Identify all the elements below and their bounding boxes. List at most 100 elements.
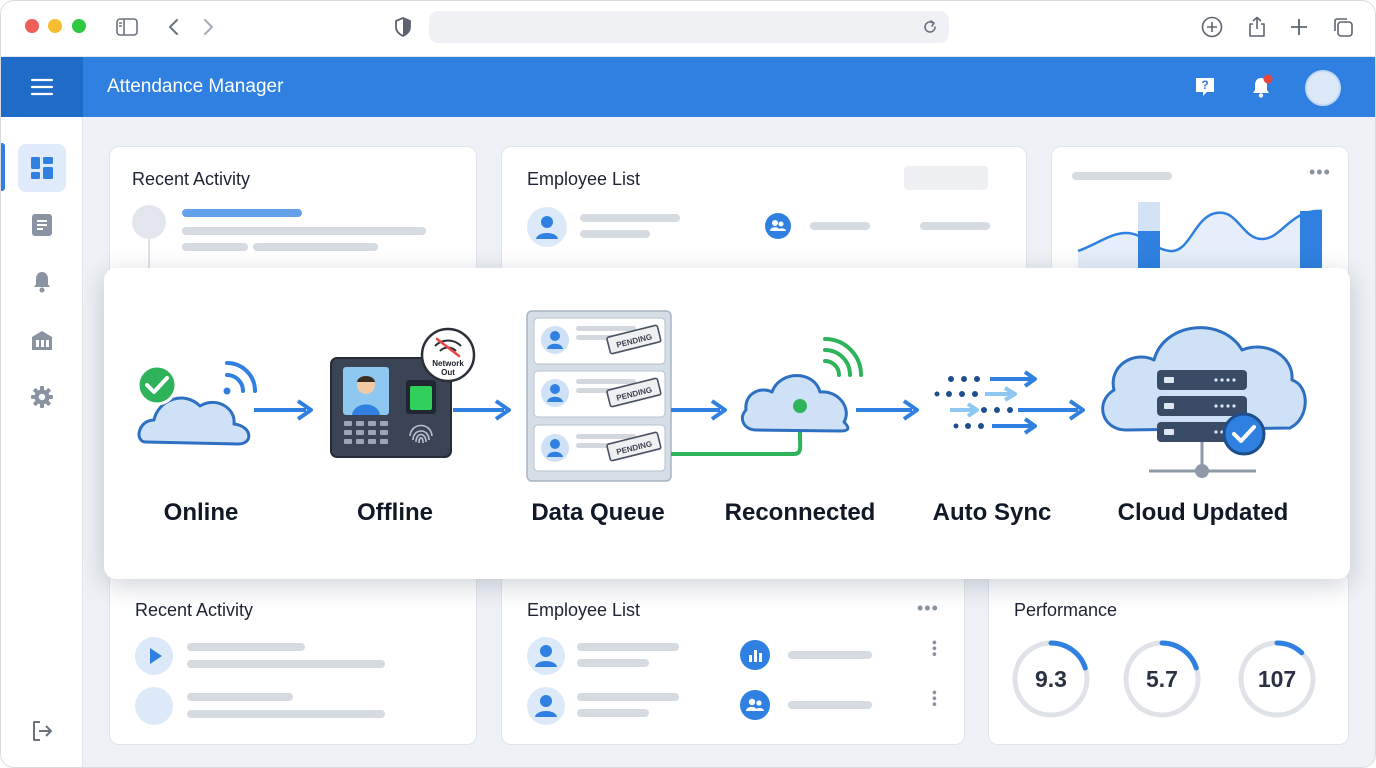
network-out-badge: Network Out (420, 327, 476, 383)
bell-icon[interactable] (1247, 73, 1275, 101)
step-label-reconnected: Reconnected (724, 499, 876, 526)
search-field[interactable] (904, 166, 988, 190)
area-chart-icon (1077, 202, 1323, 287)
play-icon[interactable] (135, 637, 173, 675)
address-bar[interactable] (429, 11, 949, 43)
sidebar-item-organization[interactable] (18, 316, 66, 364)
placeholder-line (187, 710, 385, 718)
reload-icon[interactable] (919, 16, 941, 38)
gauge-value: 9.3 (1035, 665, 1067, 692)
more-options-icon[interactable]: ••• (917, 598, 939, 619)
avatar (527, 687, 565, 725)
activity-avatar (135, 687, 173, 725)
sidebar-item-settings[interactable] (18, 373, 66, 421)
app-header: Attendance Manager ? (1, 57, 1375, 117)
placeholder-line (788, 651, 872, 659)
sync-arrows-icon (934, 370, 1037, 435)
placeholder-line (580, 214, 680, 222)
app-title: Attendance Manager (107, 76, 284, 97)
placeholder-line (182, 209, 302, 217)
svg-text:?: ? (1201, 78, 1208, 92)
settings-icon (31, 386, 53, 408)
download-icon[interactable] (1200, 15, 1224, 39)
placeholder-line (577, 693, 679, 701)
placeholder-line (187, 660, 385, 668)
performance-card: Performance 9.3 5.7 107 (988, 571, 1349, 745)
help-icon[interactable]: ? (1191, 73, 1219, 101)
sidebar-item-notifications[interactable] (18, 258, 66, 306)
employee-list-card: Employee List ••• ••• ••• (501, 571, 965, 745)
recent-activity-card: Recent Activity (109, 146, 477, 286)
cloud-server-check-icon (1101, 326, 1307, 478)
pending-records-icon: PENDING PENDING PENDING (526, 310, 672, 482)
badge-line-2: Out (441, 368, 455, 377)
avatar[interactable] (1305, 70, 1341, 106)
sidebar-item-dashboard[interactable] (18, 144, 66, 192)
row-menu-icon[interactable]: ••• (927, 640, 943, 658)
sidebar-active-indicator (1, 143, 5, 191)
browser-window: Attendance Manager ? Recent Activity Emp… (0, 0, 1376, 768)
step-label-online: Online (163, 499, 239, 526)
placeholder-line (810, 222, 870, 230)
activity-avatar (132, 205, 166, 239)
avatar (527, 637, 565, 675)
placeholder-line (577, 643, 679, 651)
chart-card: ••• (1051, 146, 1349, 287)
card-title: Performance (1014, 600, 1118, 620)
employee-list-card: Employee List (501, 146, 1027, 286)
browser-toolbar (1, 1, 1375, 57)
flow-arrow (1018, 399, 1085, 421)
zoom-window-button[interactable] (72, 19, 86, 33)
tabs-overview-icon[interactable] (1331, 15, 1355, 39)
placeholder-line (182, 227, 426, 235)
flow-arrow (254, 399, 313, 421)
new-tab-icon[interactable] (1287, 15, 1311, 39)
minimize-window-button[interactable] (48, 19, 62, 33)
performance-gauge: 107 (1237, 639, 1317, 719)
placeholder-line (187, 693, 293, 701)
flow-arrow (671, 399, 727, 421)
placeholder-line (577, 659, 649, 667)
sync-workflow-panel: Network Out PENDING PENDING PENDING Onli… (104, 268, 1350, 579)
report-icon (32, 214, 52, 236)
card-title: Employee List (527, 600, 641, 620)
gauge-value: 5.7 (1146, 665, 1178, 692)
team-icon[interactable] (765, 213, 791, 239)
back-icon[interactable] (161, 15, 185, 39)
step-label-offline: Offline (357, 499, 433, 526)
placeholder-line (182, 243, 248, 251)
placeholder-line (580, 230, 650, 238)
placeholder-line (253, 243, 378, 251)
row-menu-icon[interactable]: ••• (927, 690, 943, 708)
performance-gauge: 5.7 (1122, 639, 1202, 719)
close-window-button[interactable] (25, 19, 39, 33)
sidebar-toggle-icon[interactable] (115, 15, 139, 39)
step-label-data-queue: Data Queue (531, 499, 665, 526)
forward-icon[interactable] (197, 15, 221, 39)
placeholder-line (187, 643, 305, 651)
performance-gauge: 9.3 (1011, 639, 1091, 719)
card-title: Employee List (527, 169, 641, 189)
avatar (527, 207, 567, 247)
flow-arrow (453, 399, 511, 421)
card-title: Recent Activity (135, 600, 254, 620)
dashboard-icon (31, 157, 53, 179)
logout-icon (33, 721, 52, 741)
sidebar-item-logout[interactable] (18, 707, 66, 755)
shield-icon[interactable] (391, 15, 415, 39)
step-label-auto-sync: Auto Sync (932, 499, 1052, 526)
card-title: Recent Activity (132, 169, 251, 189)
bell-icon (34, 272, 50, 293)
cloud-reconnect-icon (671, 337, 863, 456)
stats-icon[interactable] (740, 640, 770, 670)
cloud-wifi-check-icon (136, 361, 257, 446)
sidebar-item-reports[interactable] (18, 201, 66, 249)
placeholder-line (788, 701, 872, 709)
share-icon[interactable] (1245, 15, 1269, 39)
team-icon[interactable] (740, 690, 770, 720)
recent-activity-card: Recent Activity (109, 571, 477, 745)
hamburger-menu-icon[interactable] (1, 57, 83, 117)
building-icon (32, 331, 52, 350)
step-label-cloud-updated: Cloud Updated (1117, 499, 1289, 526)
gauge-value: 107 (1257, 665, 1297, 692)
